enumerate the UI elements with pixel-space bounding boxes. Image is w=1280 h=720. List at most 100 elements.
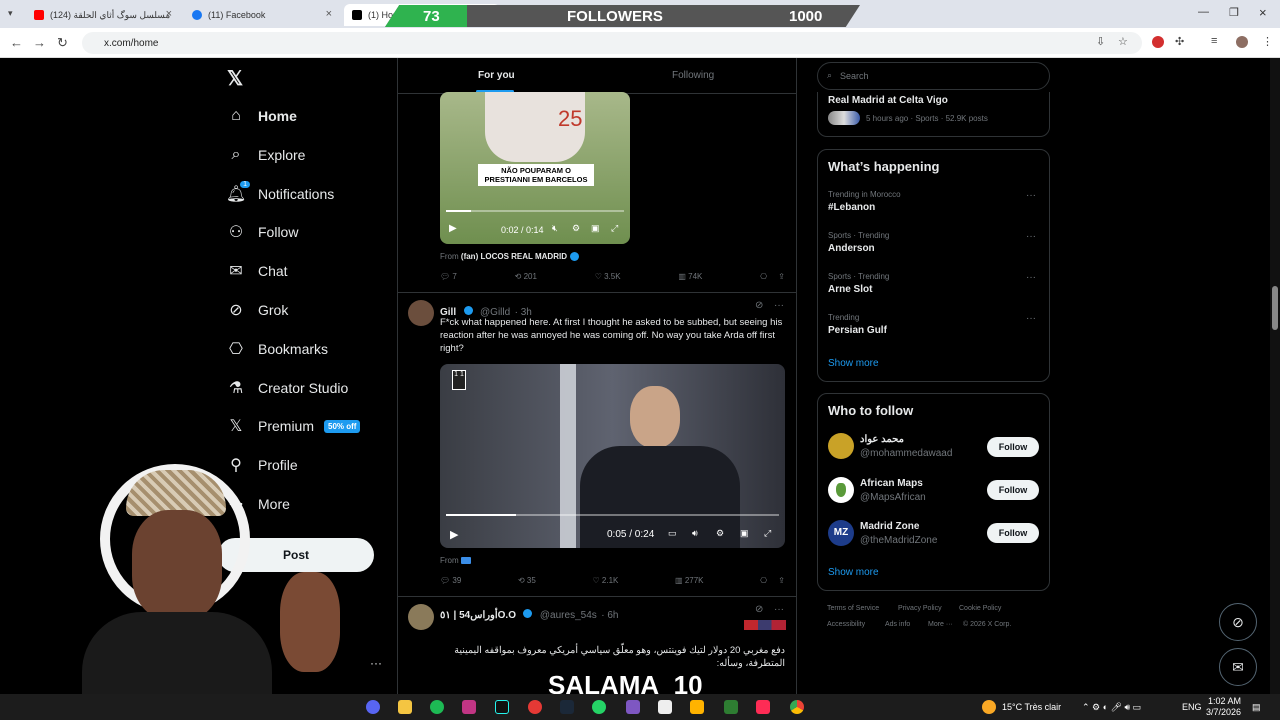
close-icon[interactable]: × xyxy=(326,8,332,20)
follow-button[interactable]: Follow xyxy=(987,480,1039,500)
extension-red-icon[interactable] xyxy=(1152,36,1164,48)
video-progress-track[interactable] xyxy=(446,514,779,516)
pip-icon[interactable]: ▣ xyxy=(591,223,600,234)
reply-button[interactable]: 💬︎ 39 xyxy=(440,576,461,585)
sidebar-item-grok[interactable]: ⊘ Grok xyxy=(227,296,288,324)
tab-for-you[interactable]: For you xyxy=(478,70,515,81)
footer-link[interactable]: More ··· xyxy=(928,621,953,628)
sidebar-item-home[interactable]: ⌂ Home xyxy=(227,102,297,130)
instagram-icon[interactable] xyxy=(462,700,476,714)
video-progress-track[interactable] xyxy=(446,210,624,212)
footer-link[interactable]: Privacy Policy xyxy=(898,605,942,612)
sidebar-item-premium[interactable]: 𝕏 Premium 50% off xyxy=(227,412,361,440)
chrome-icon[interactable] xyxy=(790,700,804,714)
sidebar-item-notifications[interactable]: 🔔︎ 1 Notifications xyxy=(226,180,334,208)
close-icon[interactable]: × xyxy=(166,8,172,20)
bookmark-icon[interactable]: ⎔ ⇪ xyxy=(760,576,785,585)
author-handle[interactable]: @aures_54s xyxy=(540,610,597,621)
close-window-icon[interactable]: × xyxy=(1259,5,1267,20)
scrollbar-thumb[interactable] xyxy=(1272,286,1278,330)
star-icon[interactable]: ☆ xyxy=(1118,35,1128,48)
file-explorer-icon[interactable] xyxy=(398,700,412,714)
video-source[interactable]: From xyxy=(440,556,471,565)
maximize-icon[interactable]: ❐ xyxy=(1229,6,1239,19)
whatsapp-icon[interactable] xyxy=(592,700,606,714)
fullscreen-icon[interactable]: ⤢ xyxy=(764,528,771,539)
pip-icon[interactable]: ▣ xyxy=(740,528,749,539)
more-icon[interactable]: ··· xyxy=(1026,190,1036,201)
volume-icon[interactable]: 🔊︎ xyxy=(692,528,698,539)
avatar[interactable]: MZ xyxy=(828,520,854,546)
sidebar-item-creator-studio[interactable]: ⚗ Creator Studio xyxy=(227,374,348,402)
media-icon[interactable]: ≡ xyxy=(1211,35,1217,47)
grok-icon[interactable]: ⊘ xyxy=(755,604,763,615)
steam-icon[interactable] xyxy=(560,700,574,714)
captions-icon[interactable]: ▭ xyxy=(668,528,677,539)
tab-search-icon[interactable]: ▾ xyxy=(8,8,13,19)
top-trend-card[interactable]: Real Madrid at Celta Vigo 5 hours ago · … xyxy=(817,92,1050,137)
more-icon[interactable]: ··· xyxy=(774,300,784,311)
tiktok-live-icon[interactable] xyxy=(756,700,770,714)
avatar[interactable] xyxy=(408,300,434,326)
url-field[interactable]: x.com/home xyxy=(82,32,1142,54)
trend-item[interactable]: Arne Slot xyxy=(828,284,872,295)
suggested-name[interactable]: محمد عواد xyxy=(860,434,904,445)
repost-button[interactable]: ⟲ 201 xyxy=(515,272,537,281)
notifications-tray-icon[interactable]: ▤ xyxy=(1252,702,1261,713)
avatar[interactable] xyxy=(828,477,854,503)
play-icon[interactable]: ▶ xyxy=(449,223,457,234)
video-player[interactable]: 25 NÃO POUPARAM O PRESTIANNI EM BARCELOS… xyxy=(440,92,630,244)
language-indicator[interactable]: ENG xyxy=(1182,702,1202,712)
more-icon[interactable]: ··· xyxy=(1026,313,1036,324)
clock-time[interactable]: 1:02 AM xyxy=(1208,696,1241,706)
fullscreen-icon[interactable]: ⤢ xyxy=(611,223,618,234)
repost-button[interactable]: ⟲ 35 xyxy=(518,576,536,585)
scrollbar[interactable] xyxy=(1270,58,1280,694)
grok-icon[interactable]: ⊘ xyxy=(755,300,763,311)
author-name[interactable]: أوراس54 | ٥١O.O xyxy=(440,610,516,621)
sidebar-item-explore[interactable]: ⌕ Explore xyxy=(227,141,306,169)
menu-icon[interactable]: ⋮ xyxy=(1262,35,1273,48)
footer-link[interactable]: Accessibility xyxy=(827,621,865,628)
tab-youtube[interactable]: (124) مسلسل سوگ أثاي الحلقة × xyxy=(26,4,182,26)
minimize-icon[interactable]: — xyxy=(1198,6,1209,18)
footer-link[interactable]: Ads info xyxy=(885,621,910,628)
tray-icons[interactable]: ⌃ ⚙ ◐ 🎤︎ 🔊︎ ▭ xyxy=(1082,702,1141,713)
clock-date[interactable]: 3/7/2026 xyxy=(1206,707,1241,717)
search-input[interactable]: ⌕ Search xyxy=(817,62,1050,90)
show-more-link[interactable]: Show more xyxy=(828,567,879,578)
video-source[interactable]: From (fan) LOCOS REAL MADRID xyxy=(440,252,582,261)
sidebar-item-bookmarks[interactable]: ⎔ Bookmarks xyxy=(227,335,328,363)
forward-icon[interactable]: → xyxy=(33,35,46,50)
like-button[interactable]: ♡ 2.1K xyxy=(592,576,618,585)
suggested-name[interactable]: African Maps xyxy=(860,478,923,489)
settings-icon[interactable]: ⚙ xyxy=(716,528,724,539)
show-more-link[interactable]: Show more xyxy=(828,358,879,369)
trend-item[interactable]: #Lebanon xyxy=(828,202,875,213)
more-icon[interactable]: ··· xyxy=(1026,272,1036,283)
play-icon[interactable]: ▶ xyxy=(450,528,458,541)
more-icon[interactable]: ··· xyxy=(774,604,784,615)
back-icon[interactable]: ← xyxy=(10,35,23,50)
tiktok-icon[interactable] xyxy=(495,700,509,714)
messages-float-button[interactable]: ✉ xyxy=(1219,648,1257,686)
footer-link[interactable]: Cookie Policy xyxy=(959,605,1001,612)
trend-item[interactable]: Persian Gulf xyxy=(828,325,887,336)
video-player[interactable]: 1 1 ▶ 0:05 / 0:24 ▭ 🔊︎ ⚙ ▣ ⤢ xyxy=(440,364,785,548)
more-icon[interactable]: ··· xyxy=(1026,231,1036,242)
spotify-icon[interactable] xyxy=(430,700,444,714)
mute-icon[interactable]: 🔇︎ xyxy=(552,223,558,234)
footer-link[interactable]: Terms of Service xyxy=(827,605,879,612)
settings-icon[interactable]: ⚙ xyxy=(572,223,580,234)
paint-icon[interactable] xyxy=(690,700,704,714)
extensions-icon[interactable]: ✣ xyxy=(1175,35,1184,48)
weather-text[interactable]: 15°C Très clair xyxy=(1002,702,1061,712)
account-more-icon[interactable]: ··· xyxy=(370,656,382,670)
sidebar-item-follow[interactable]: ⚇ Follow xyxy=(227,218,299,246)
grok-float-button[interactable]: ⊘ xyxy=(1219,603,1257,641)
game-icon[interactable] xyxy=(626,700,640,714)
x-logo[interactable]: 𝕏 xyxy=(227,66,243,91)
views-button[interactable]: ▥ 74K xyxy=(678,272,702,281)
install-icon[interactable]: ⇩ xyxy=(1096,35,1105,48)
bookmark-icon[interactable]: ⎔ ⇪ xyxy=(760,272,785,281)
